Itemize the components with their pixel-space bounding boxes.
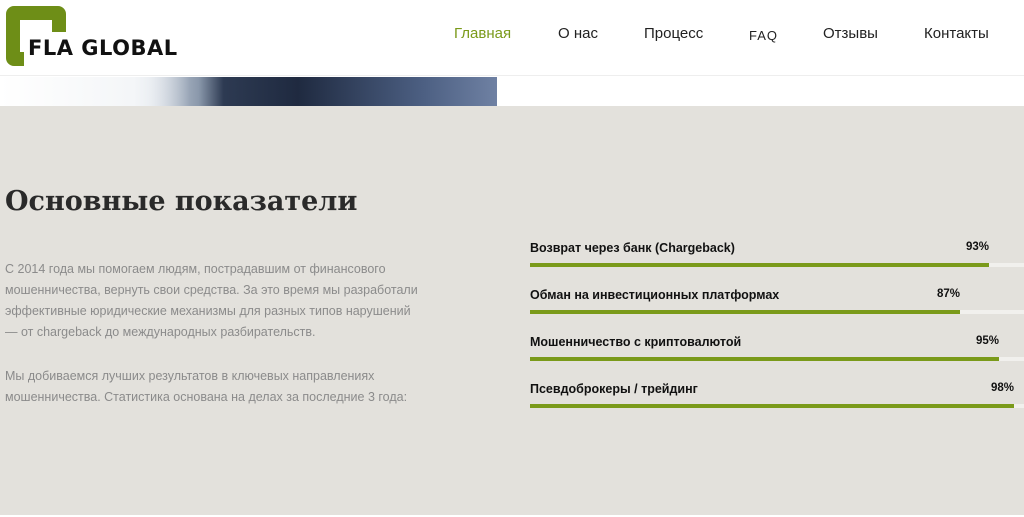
progress-track [530, 404, 1024, 408]
progress-bar-chargeback: Возврат через банк (Chargeback) 93% [530, 241, 1024, 271]
nav-item-process[interactable]: Процесс [644, 25, 703, 43]
progress-label: Возврат через банк (Chargeback) [530, 241, 735, 255]
progress-percent: 95% [975, 335, 999, 347]
main-nav: Главная О нас Процесс FAQ Отзывы Контакт… [0, 0, 1024, 76]
progress-fill [530, 263, 989, 267]
intro-paragraph: С 2014 года мы помогаем людям, пострадав… [5, 262, 418, 339]
progress-bar-brokers: Псевдоброкеры / трейдинг 98% [530, 382, 1024, 412]
nav-item-contacts[interactable]: Контакты [924, 25, 989, 43]
progress-track [530, 310, 1024, 314]
nav-item-about[interactable]: О нас [558, 25, 598, 43]
stats-note-paragraph: Мы добиваемся лучших результатов в ключе… [5, 369, 408, 404]
site-header: FLA GLOBAL Главная О нас Процесс FAQ Отз… [0, 0, 1024, 76]
progress-percent: 98% [990, 382, 1014, 394]
progress-percent: 93% [965, 241, 989, 253]
nav-item-faq[interactable]: FAQ [749, 27, 778, 45]
progress-label: Обман на инвестиционных платформах [530, 288, 780, 302]
progress-bar-investment: Обман на инвестиционных платформах 87% [530, 288, 1024, 318]
progress-bar-crypto: Мошенничество с криптовалютой 95% [530, 335, 1024, 365]
progress-fill [530, 404, 1014, 408]
progress-track [530, 263, 1024, 267]
progress-label: Мошенничество с криптовалютой [530, 335, 742, 349]
stats-section: Основные показатели С 2014 года мы помог… [0, 106, 1024, 515]
progress-percent: 87% [936, 288, 960, 300]
hero-image [0, 77, 497, 106]
progress-fill [530, 357, 999, 361]
progress-track [530, 357, 1024, 361]
progress-label: Псевдоброкеры / трейдинг [530, 382, 698, 396]
progress-fill [530, 310, 960, 314]
nav-item-reviews[interactable]: Отзывы [823, 25, 878, 43]
nav-item-home[interactable]: Главная [454, 25, 511, 43]
section-title: Основные показатели [5, 186, 358, 217]
